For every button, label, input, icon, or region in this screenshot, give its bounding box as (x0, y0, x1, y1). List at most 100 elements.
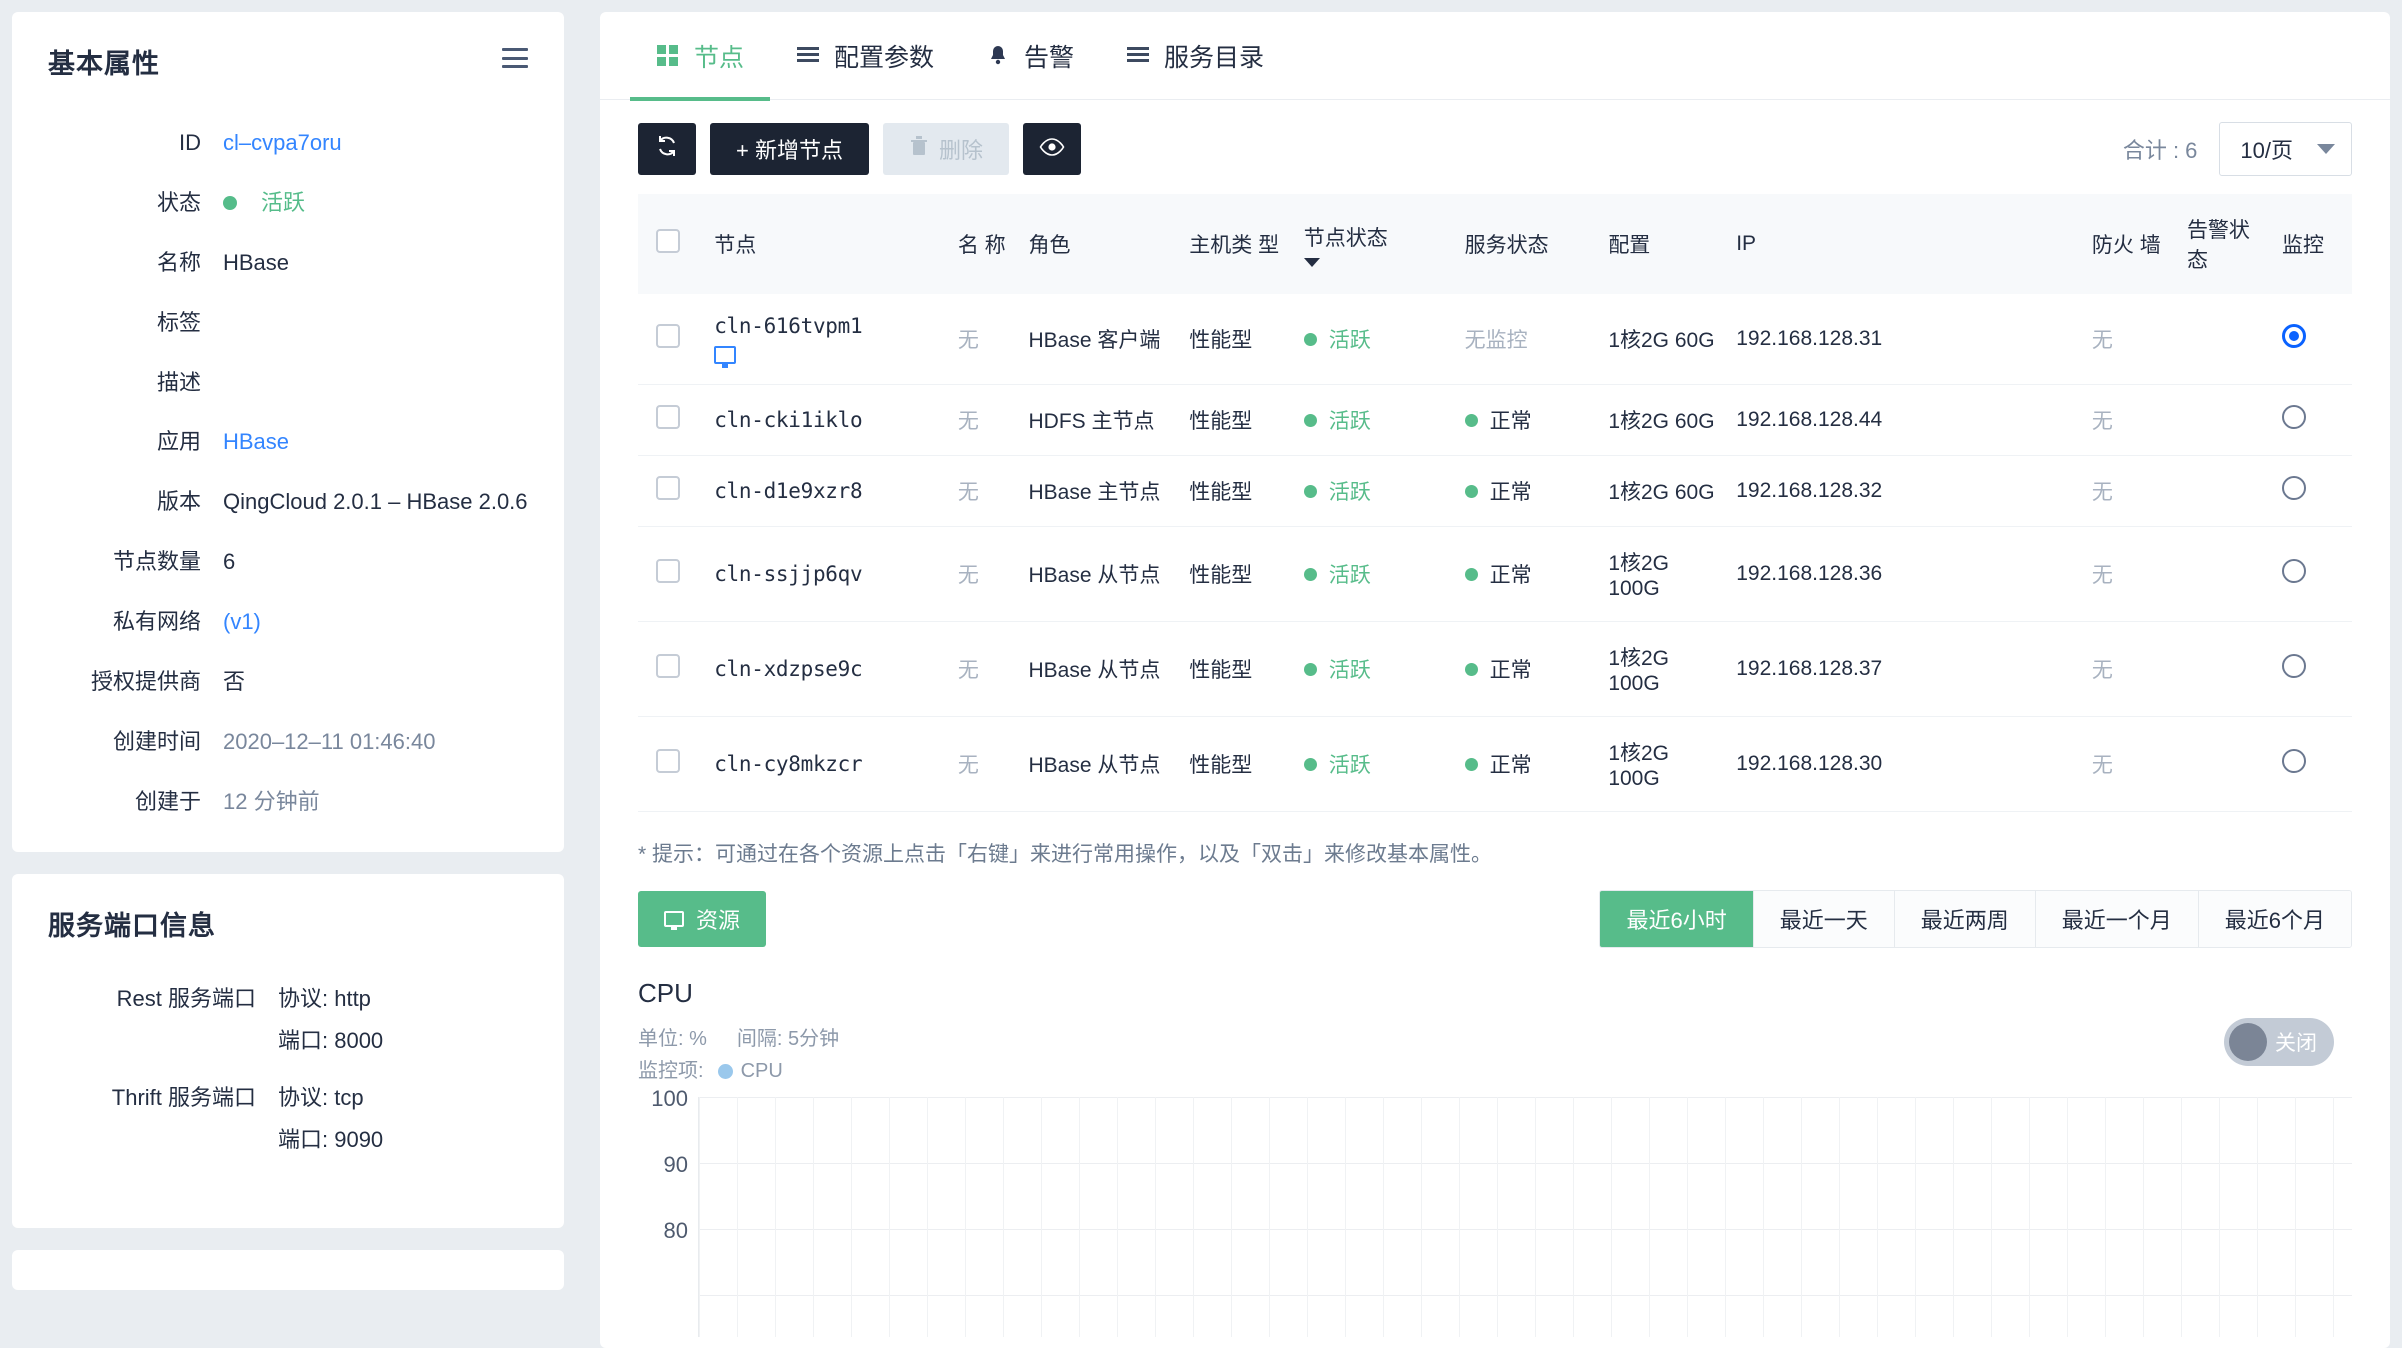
cell-host-type: 性能型 (1181, 384, 1296, 456)
range-6h[interactable]: 最近6小时 (1600, 891, 1754, 947)
range-6m[interactable]: 最近6个月 (2198, 891, 2351, 947)
cell-firewall: 无 (2083, 455, 2179, 527)
cell-monitor (2273, 294, 2352, 385)
add-node-button[interactable]: + 新增节点 (710, 123, 869, 175)
tab-service-catalog[interactable]: 服务目录 (1100, 12, 1290, 100)
cell-host-type: 性能型 (1181, 455, 1296, 527)
port-protocol-rest: 协议: http (278, 985, 371, 1011)
monitor-radio[interactable] (2281, 654, 2306, 678)
cell-alert-status (2178, 716, 2274, 812)
row-checkbox[interactable] (656, 476, 680, 500)
port-number-thrift: 端口: 9090 (278, 1127, 384, 1153)
service-status-label: 正常 (1489, 659, 1532, 682)
port-group-thrift: Thrift 服务端口 协议: tcp 端口: 9090 (48, 1082, 528, 1156)
table-row[interactable]: cln-616tvpm1 无 HBase 客户端 性能型 活跃 无监控 1核2G… (638, 294, 2352, 385)
chart-unit-label: 单位: % (638, 1028, 707, 1050)
col-service-status[interactable]: 服务状态 (1456, 194, 1601, 294)
row-select-cell (638, 294, 707, 385)
chart-y-axis: 100 90 80 (638, 1086, 698, 1337)
monitor-radio[interactable] (2281, 324, 2306, 348)
row-checkbox[interactable] (656, 654, 680, 678)
col-node-status[interactable]: 节点状态 (1295, 194, 1457, 294)
chart-plot-area: 100 90 80 (638, 1086, 2352, 1337)
property-value-id[interactable]: cl–cvpa7oru (223, 127, 528, 159)
col-monitor[interactable]: 监控 (2273, 194, 2352, 294)
main-content: 节点 配置参数 告警 服务目录 + 新增节点 删除 合计: 6 10/页 节点… (600, 0, 2402, 1348)
table-row[interactable]: cln-xdzpse9c 无 HBase 从节点 性能型 活跃 正常 1核2G … (638, 621, 2352, 717)
range-2w[interactable]: 最近两周 (1894, 891, 2036, 947)
col-config[interactable]: 配置 (1600, 194, 1729, 294)
property-label: 版本 (156, 489, 201, 515)
monitor-toggle[interactable]: 关闭 (2224, 1018, 2334, 1066)
select-all-checkbox[interactable] (656, 229, 680, 253)
table-row[interactable]: cln-cki1iklo 无 HDFS 主节点 性能型 活跃 正常 1核2G 6… (638, 384, 2352, 456)
cell-ip: 192.168.128.32 (1728, 455, 2084, 527)
node-name[interactable]: cln-616tvpm1 (714, 314, 942, 338)
hamburger-icon[interactable] (502, 48, 528, 68)
monitor-display-icon (714, 346, 737, 368)
y-tick-80: 80 (663, 1218, 688, 1243)
property-row-id: ID cl–cvpa7oru (48, 127, 528, 159)
monitor-radio[interactable] (2281, 405, 2306, 429)
cell-alert-status (2178, 455, 2274, 527)
col-host-type[interactable]: 主机类 型 (1181, 194, 1296, 294)
tab-alerts[interactable]: 告警 (960, 12, 1100, 100)
cell-name: 无 (949, 716, 1021, 812)
table-row[interactable]: cln-ssjjp6qv 无 HBase 从节点 性能型 活跃 正常 1核2G … (638, 526, 2352, 622)
service-status-label: 正常 (1489, 410, 1532, 433)
row-checkbox[interactable] (656, 324, 680, 348)
monitor-icon (664, 911, 684, 930)
property-value-private-network[interactable]: (v1) (223, 606, 528, 638)
app-root: 基本属性 ID cl–cvpa7oru 状态 活跃 名称 HBase 标签 描述… (0, 0, 2402, 1348)
col-name[interactable]: 名 称 (949, 194, 1021, 294)
page-size-select[interactable]: 10/页 (2219, 122, 2352, 176)
property-row-node-count: 节点数量 6 (48, 546, 528, 578)
tab-config-params[interactable]: 配置参数 (770, 12, 960, 100)
node-name[interactable]: cln-cki1iklo (714, 408, 942, 432)
cell-name: 无 (949, 455, 1021, 527)
property-value-app[interactable]: HBase (223, 426, 528, 458)
row-checkbox[interactable] (656, 405, 680, 429)
col-alert-status[interactable]: 告警状 态 (2178, 194, 2274, 294)
node-name[interactable]: cln-cy8mkzcr (714, 752, 942, 776)
cell-node-status: 活跃 (1295, 294, 1457, 385)
col-role[interactable]: 角色 (1020, 194, 1182, 294)
visibility-button[interactable] (1022, 123, 1081, 175)
node-name[interactable]: cln-ssjjp6qv (714, 562, 942, 586)
table-row[interactable]: cln-d1e9xzr8 无 HBase 主节点 性能型 活跃 正常 1核2G … (638, 455, 2352, 527)
property-value-status: 活跃 (261, 189, 306, 215)
col-node[interactable]: 节点 (706, 194, 950, 294)
range-1d[interactable]: 最近一天 (1753, 891, 1895, 947)
range-1m[interactable]: 最近一个月 (2035, 891, 2199, 947)
node-name[interactable]: cln-xdzpse9c (714, 657, 942, 681)
node-name[interactable]: cln-d1e9xzr8 (714, 479, 942, 503)
chart-title: CPU (638, 978, 693, 1008)
row-select-cell (638, 621, 707, 717)
monitor-radio[interactable] (2281, 476, 2306, 500)
row-checkbox[interactable] (656, 749, 680, 773)
refresh-icon (655, 134, 679, 164)
cell-name: 无 (949, 384, 1021, 456)
property-value-provider: 否 (223, 669, 246, 695)
table-row[interactable]: cln-cy8mkzcr 无 HBase 从节点 性能型 活跃 正常 1核2G … (638, 716, 2352, 812)
list-icon (796, 44, 820, 68)
property-row-status: 状态 活跃 (48, 187, 528, 219)
node-status-label: 活跃 (1328, 329, 1371, 352)
property-label: 节点数量 (112, 549, 201, 575)
monitor-radio[interactable] (2281, 749, 2306, 773)
node-status-label: 活跃 (1328, 659, 1371, 682)
table-hint: * 提示：可通过在各个资源上点击「右键」来进行常用操作，以及「双击」来修改基本属… (638, 843, 1493, 866)
cell-node: cln-d1e9xzr8 (706, 455, 950, 527)
cell-firewall: 无 (2083, 384, 2179, 456)
refresh-button[interactable] (638, 123, 696, 175)
col-ip[interactable]: IP (1728, 194, 2084, 294)
total-count-label: 合计 : 6 (2122, 138, 2198, 163)
property-value-created-ago: 12 分钟前 (223, 788, 320, 814)
tab-nodes[interactable]: 节点 (630, 12, 771, 101)
row-checkbox[interactable] (656, 559, 680, 583)
monitor-radio[interactable] (2281, 559, 2306, 583)
cell-node-status: 活跃 (1295, 384, 1457, 456)
col-firewall[interactable]: 防火 墙 (2083, 194, 2179, 294)
monitor-controls-row: 资源 最近6小时 最近一天 最近两周 最近一个月 最近6个月 (600, 868, 2390, 948)
resource-button[interactable]: 资源 (638, 891, 767, 947)
